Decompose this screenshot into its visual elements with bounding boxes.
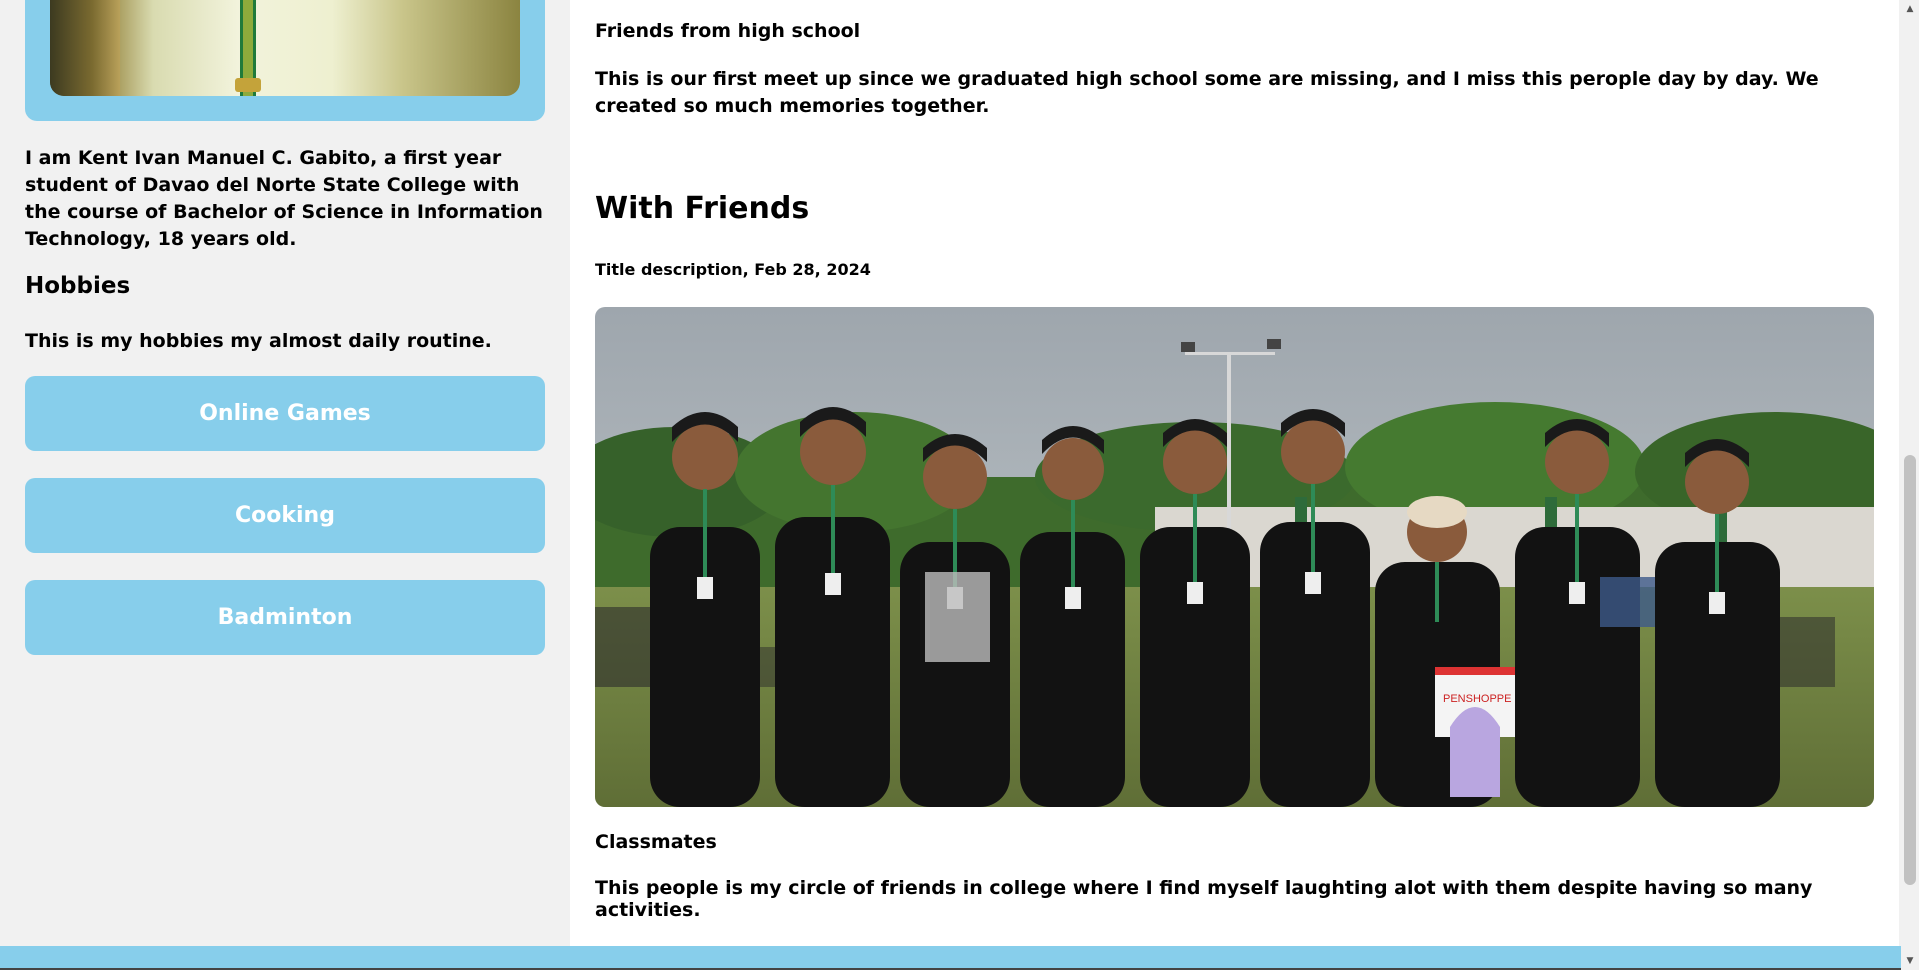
vertical-scrollbar[interactable]: ▲ ▼ bbox=[1901, 0, 1919, 970]
bio-text: I am Kent Ivan Manuel C. Gabito, a first… bbox=[25, 147, 543, 250]
profile-photo bbox=[50, 0, 520, 96]
previous-post-caption: Friends from high school bbox=[595, 20, 861, 42]
footer-bar bbox=[0, 946, 1901, 970]
profile-card bbox=[25, 0, 545, 121]
sidebar: I am Kent Ivan Manuel C. Gabito, a first… bbox=[0, 0, 570, 946]
group-photo: PENSHOPPE bbox=[595, 307, 1874, 807]
hobby-button-label: Online Games bbox=[199, 401, 371, 426]
section-heading: With Friends bbox=[595, 191, 810, 226]
section-subtitle: Title description, Feb 28, 2024 bbox=[595, 260, 871, 279]
scrollbar-thumb[interactable] bbox=[1904, 455, 1916, 885]
scroll-down-arrow-icon[interactable]: ▼ bbox=[1901, 952, 1919, 970]
hobby-button-online-games[interactable]: Online Games bbox=[25, 376, 545, 451]
hobby-button-cooking[interactable]: Cooking bbox=[25, 478, 545, 553]
bag-brand-text: PENSHOPPE bbox=[1443, 693, 1511, 705]
photo-description: This people is my circle of friends in c… bbox=[595, 877, 1813, 921]
photo-caption: Classmates bbox=[595, 831, 717, 853]
hobby-button-badminton[interactable]: Badminton bbox=[25, 580, 545, 655]
previous-post-body: This is our first meet up since we gradu… bbox=[595, 68, 1819, 117]
hobby-button-label: Badminton bbox=[217, 605, 353, 630]
hobbies-heading: Hobbies bbox=[25, 273, 131, 299]
hobby-button-label: Cooking bbox=[235, 503, 335, 528]
main-content: Friends from high school This is our fir… bbox=[570, 0, 1899, 946]
scroll-up-arrow-icon[interactable]: ▲ bbox=[1901, 0, 1919, 18]
hobbies-description: This is my hobbies my almost daily routi… bbox=[25, 330, 492, 352]
